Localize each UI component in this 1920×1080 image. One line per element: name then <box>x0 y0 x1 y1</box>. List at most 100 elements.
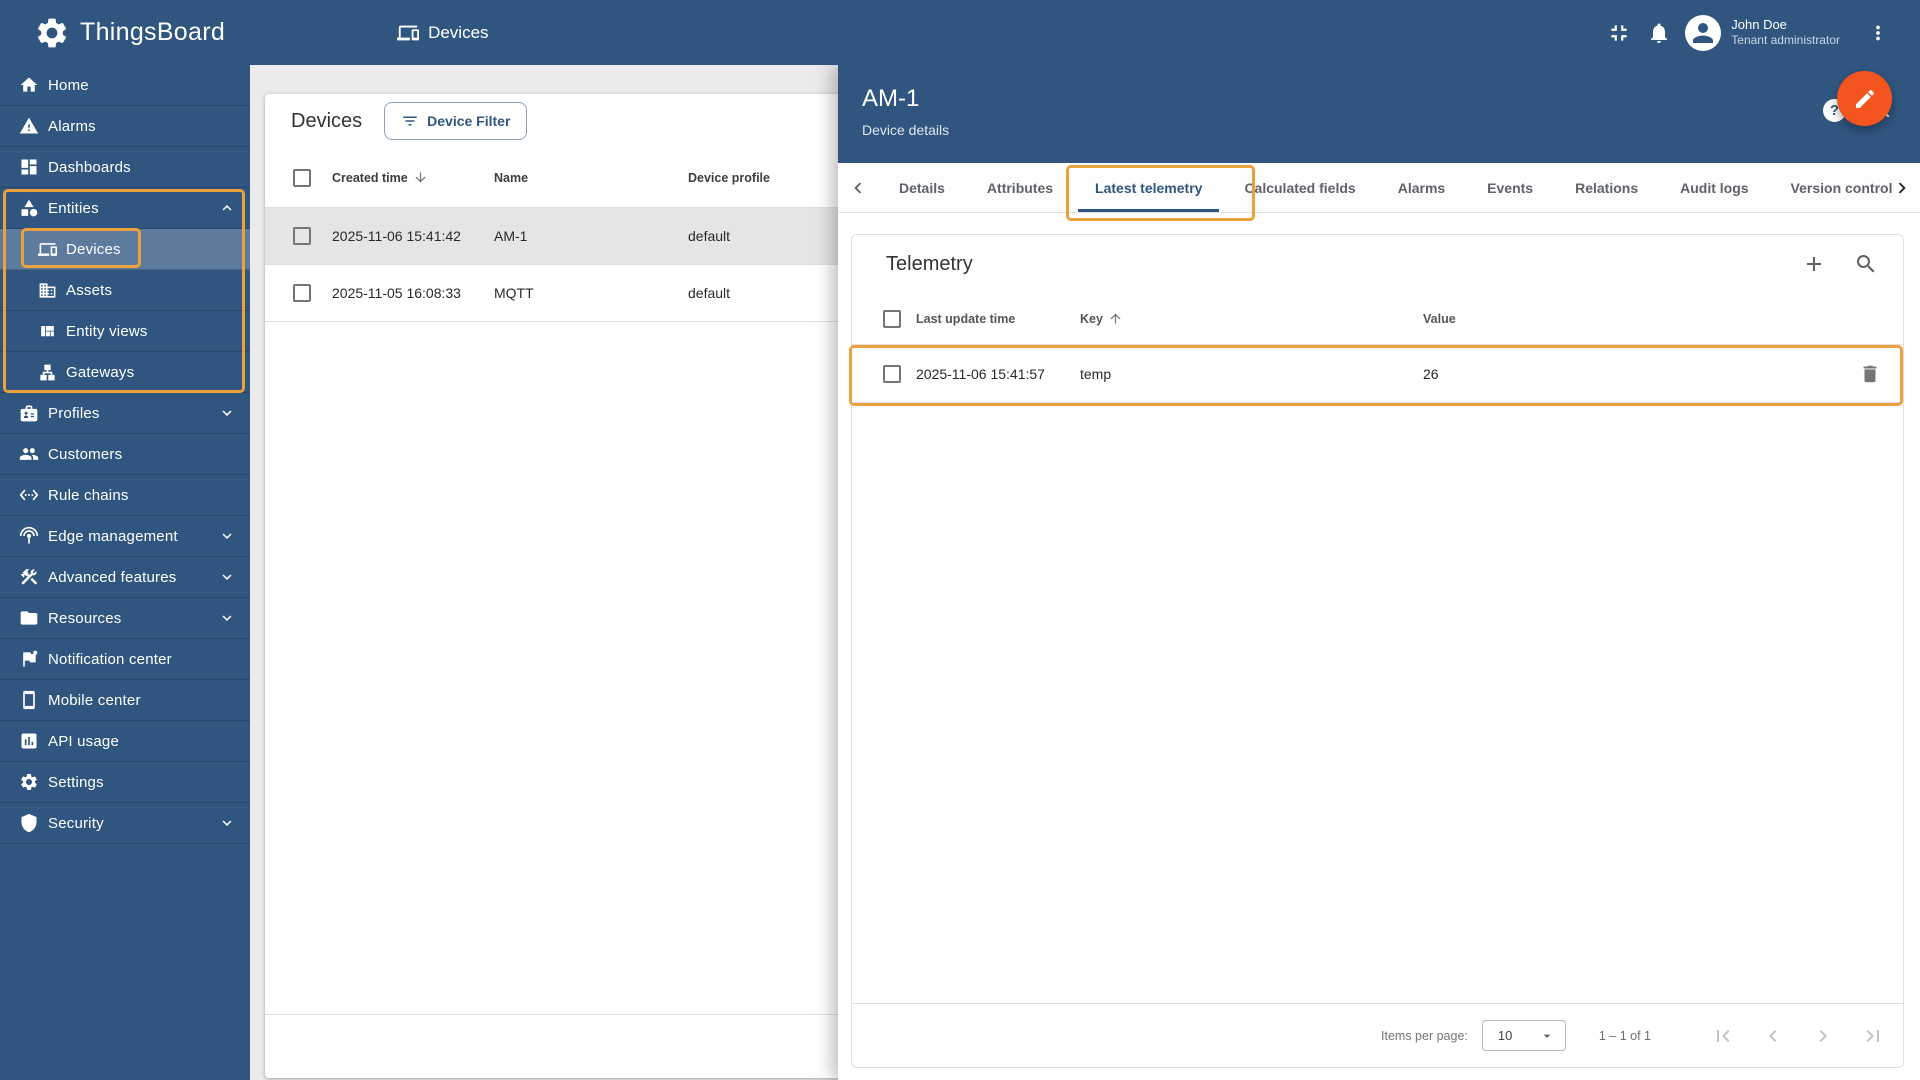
last-page-icon[interactable] <box>1861 1024 1885 1048</box>
chevron-down-icon <box>218 404 236 422</box>
devices-breadcrumb-icon <box>397 22 420 44</box>
sidebar-item-settings[interactable]: Settings <box>0 762 250 803</box>
sidebar-item-alarms[interactable]: Alarms <box>0 106 250 147</box>
fullscreen-exit-icon[interactable] <box>1599 13 1639 53</box>
next-page-icon[interactable] <box>1811 1024 1835 1048</box>
previous-page-icon[interactable] <box>1761 1024 1785 1048</box>
telemetry-table-header: Last update time Key Value <box>852 293 1903 345</box>
smartphone-icon <box>19 690 39 710</box>
shield-icon <box>19 813 39 833</box>
notification-flag-icon <box>19 649 39 669</box>
details-tabs-bar: Details Attributes Latest telemetry Calc… <box>838 163 1920 213</box>
brand-title: ThingsBoard <box>80 18 226 46</box>
sort-desc-arrow-icon <box>413 170 428 185</box>
search-icon[interactable] <box>1853 251 1879 277</box>
tab-version-control[interactable]: Version control <box>1770 163 1900 212</box>
pencil-icon <box>1855 89 1874 108</box>
sidebar-item-profiles[interactable]: Profiles <box>0 393 250 434</box>
tab-events[interactable]: Events <box>1466 163 1554 212</box>
tab-audit-logs[interactable]: Audit logs <box>1659 163 1769 212</box>
tab-relations[interactable]: Relations <box>1554 163 1659 212</box>
sidebar-item-devices[interactable]: Devices <box>0 229 250 270</box>
rule-chains-icon <box>19 485 39 505</box>
top-app-bar: ThingsBoard Devices John Doe Tenant admi… <box>0 0 1920 65</box>
telemetry-pagination: Items per page: 10 1 – 1 of 1 <box>852 1003 1903 1067</box>
select-all-checkbox[interactable] <box>293 168 311 187</box>
devices-icon <box>37 239 57 259</box>
sidebar-item-entity-views[interactable]: Entity views <box>0 311 250 352</box>
sort-asc-arrow-icon <box>1108 311 1123 326</box>
sidebar-item-notification-center[interactable]: Notification center <box>0 639 250 680</box>
first-page-icon[interactable] <box>1711 1024 1735 1048</box>
column-header-last-update-time[interactable]: Last update time <box>916 312 1080 326</box>
notifications-bell-icon[interactable] <box>1639 13 1679 53</box>
sidebar-item-resources[interactable]: Resources <box>0 598 250 639</box>
tab-details[interactable]: Details <box>878 163 966 212</box>
device-created-time: 2025-11-05 16:08:33 <box>332 285 461 301</box>
sidebar-item-assets[interactable]: Assets <box>0 270 250 311</box>
sidebar-item-customers[interactable]: Customers <box>0 434 250 475</box>
column-header-name[interactable]: Name <box>494 171 688 185</box>
tab-latest-telemetry[interactable]: Latest telemetry <box>1074 163 1223 212</box>
column-header-value[interactable]: Value <box>1423 312 1903 326</box>
thingsboard-gear-logo-icon <box>34 15 70 51</box>
pagination-range-label: 1 – 1 of 1 <box>1598 1028 1651 1043</box>
entities-category-icon <box>19 198 39 218</box>
customers-people-icon <box>19 444 39 464</box>
device-name: AM-1 <box>494 228 528 244</box>
sidebar-item-dashboards[interactable]: Dashboards <box>0 147 250 188</box>
resources-folder-icon <box>19 608 39 628</box>
row-checkbox[interactable] <box>293 227 311 245</box>
tab-alarms[interactable]: Alarms <box>1377 163 1466 212</box>
tab-attributes[interactable]: Attributes <box>966 163 1074 212</box>
edit-fab-button[interactable] <box>1837 71 1892 126</box>
tab-calculated-fields[interactable]: Calculated fields <box>1223 163 1376 212</box>
sidebar-item-mobile-center[interactable]: Mobile center <box>0 680 250 721</box>
column-header-key[interactable]: Key <box>1080 311 1123 326</box>
breadcrumb-label: Devices <box>428 22 489 42</box>
sidebar-item-security[interactable]: Security <box>0 803 250 844</box>
details-panel-title: AM-1 <box>862 85 920 112</box>
device-details-panel: AM-1 Device details ? Details Attributes… <box>838 65 1920 1080</box>
tabs-scroll-left-icon[interactable] <box>838 163 878 212</box>
sidebar-item-entities[interactable]: Entities <box>0 188 250 229</box>
entity-views-icon <box>37 321 57 341</box>
edge-antenna-icon <box>19 526 39 546</box>
telemetry-card: Telemetry Last update time Key Value 202… <box>851 234 1904 1068</box>
warning-icon <box>19 116 39 136</box>
user-name: John Doe <box>1731 16 1787 32</box>
chevron-down-icon <box>218 568 236 586</box>
tabs-scroll-right-icon[interactable] <box>1884 163 1920 212</box>
sidebar-item-rule-chains[interactable]: Rule chains <box>0 475 250 516</box>
chevron-down-icon <box>218 527 236 545</box>
row-checkbox[interactable] <box>293 284 311 302</box>
home-icon <box>19 75 39 95</box>
sidebar-item-home[interactable]: Home <box>0 65 250 106</box>
device-created-time: 2025-11-06 15:41:42 <box>332 228 461 244</box>
sidebar-item-gateways[interactable]: Gateways <box>0 352 250 393</box>
chevron-up-icon <box>218 199 236 217</box>
sidebar-item-edge-management[interactable]: Edge management <box>0 516 250 557</box>
user-info: John Doe Tenant administrator <box>1731 17 1840 48</box>
delete-trash-icon[interactable] <box>1859 363 1881 385</box>
page-size-select[interactable]: 10 <box>1481 1020 1566 1051</box>
row-checkbox[interactable] <box>883 364 901 383</box>
device-filter-button[interactable]: Device Filter <box>384 102 528 140</box>
sidebar-item-api-usage[interactable]: API usage <box>0 721 250 762</box>
add-telemetry-icon[interactable] <box>1801 251 1827 277</box>
brand-logo: ThingsBoard <box>34 15 225 51</box>
user-avatar[interactable] <box>1685 14 1722 51</box>
chevron-down-icon <box>218 609 236 627</box>
details-panel-subtitle: Device details <box>862 122 950 138</box>
column-header-created-time[interactable]: Created time <box>332 170 428 185</box>
breadcrumb[interactable]: Devices <box>397 22 489 44</box>
telemetry-row-temp[interactable]: 2025-11-06 15:41:57 temp 26 <box>852 345 1903 403</box>
more-vert-icon[interactable] <box>1858 13 1898 53</box>
telemetry-last-update-time: 2025-11-06 15:41:57 <box>916 365 1045 382</box>
sidebar-item-advanced-features[interactable]: Advanced features <box>0 557 250 598</box>
user-role: Tenant administrator <box>1731 33 1840 48</box>
caret-down-icon <box>1539 1028 1555 1044</box>
select-all-checkbox[interactable] <box>883 309 901 328</box>
telemetry-value: 26 <box>1423 365 1439 382</box>
details-panel-header: AM-1 Device details ? <box>838 65 1920 163</box>
